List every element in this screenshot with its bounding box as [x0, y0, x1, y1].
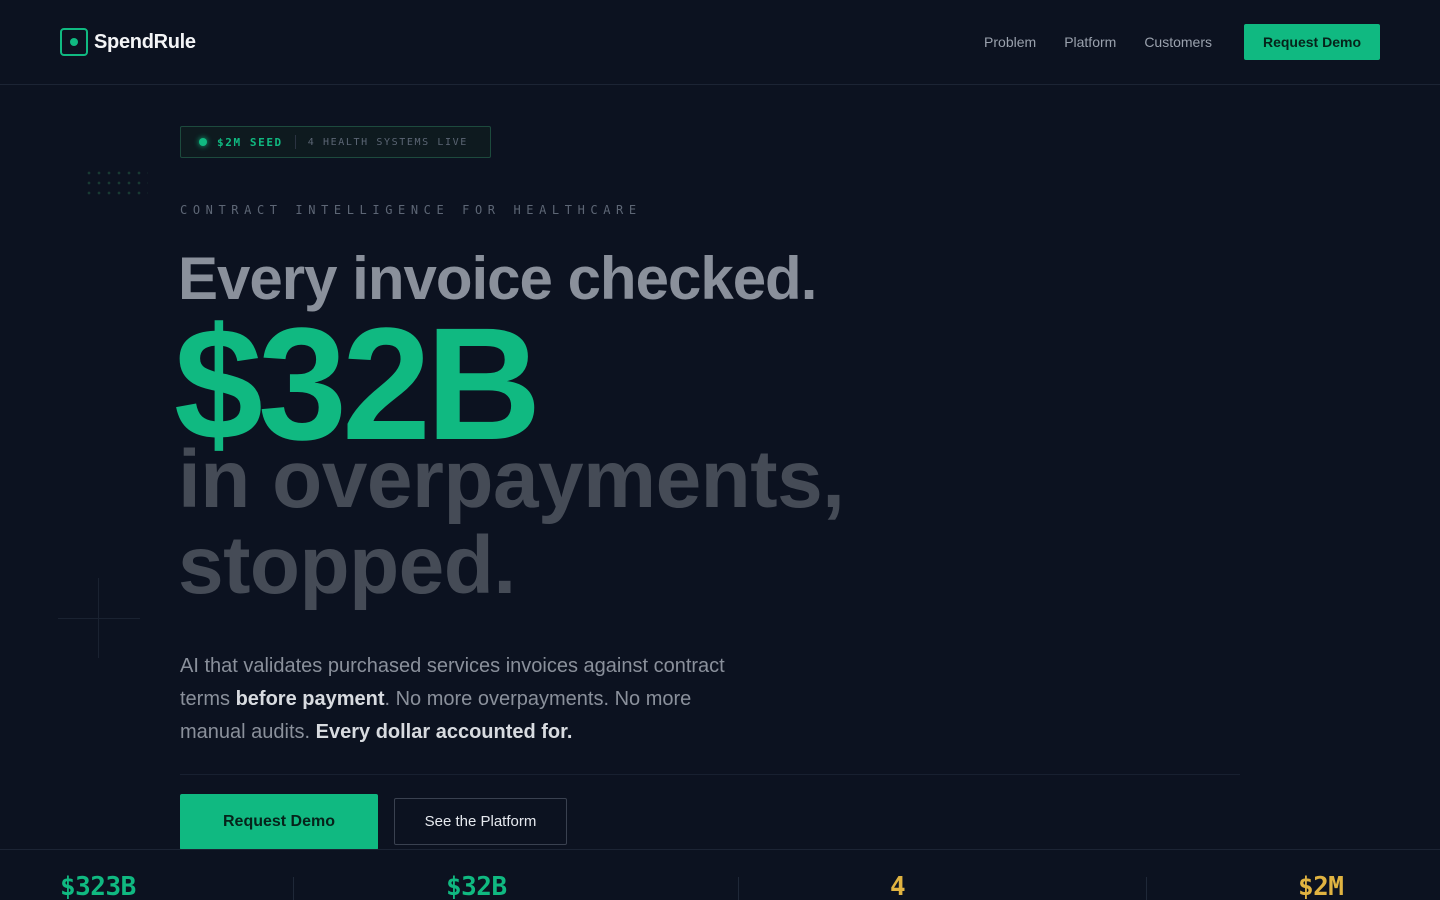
see-platform-button[interactable]: See the Platform	[394, 798, 567, 845]
funding-badge: $2M SEED 4 HEALTH SYSTEMS LIVE	[180, 126, 491, 158]
lead-emphasis: before payment	[235, 688, 385, 710]
main-nav: Problem Platform Customers	[984, 34, 1212, 50]
badge-divider	[294, 135, 296, 149]
logo-icon	[60, 28, 88, 56]
nav-link-customers[interactable]: Customers	[1144, 34, 1212, 50]
crosshair-decoration	[58, 618, 140, 619]
hero-request-demo-button[interactable]: Request Demo	[180, 794, 378, 850]
dot-grid-decoration	[84, 168, 148, 196]
hero-divider	[180, 774, 1240, 775]
stat-value: $32B	[446, 872, 507, 900]
crosshair-decoration	[98, 578, 99, 658]
badge-live-text: 4 HEALTH SYSTEMS LIVE	[307, 136, 468, 148]
status-dot-icon	[199, 138, 207, 146]
brand-name: SpendRule	[94, 30, 196, 53]
badge-seed-text: $2M SEED	[217, 135, 283, 149]
stat-divider	[1146, 877, 1147, 900]
nav-link-platform[interactable]: Platform	[1064, 34, 1116, 50]
stat-value: $323B	[60, 872, 136, 900]
stat-value: $2M	[1298, 872, 1344, 900]
stat-divider	[293, 877, 294, 900]
site-header: SpendRule Problem Platform Customers Req…	[0, 0, 1440, 85]
stat-value: 4	[890, 872, 906, 900]
lead-emphasis: Every dollar accounted for.	[315, 721, 573, 743]
headline-line-3: in overpayments, stopped.	[178, 434, 845, 611]
header-request-demo-button[interactable]: Request Demo	[1244, 24, 1380, 60]
hero-eyebrow: CONTRACT INTELLIGENCE FOR HEALTHCARE	[180, 203, 642, 217]
stats-bar: $323B $32B 4 $2M	[0, 849, 1440, 900]
hero-description: AI that validates purchased services inv…	[180, 650, 740, 749]
logo[interactable]: SpendRule	[60, 28, 196, 56]
nav-link-problem[interactable]: Problem	[984, 34, 1036, 50]
stat-divider	[738, 877, 739, 900]
